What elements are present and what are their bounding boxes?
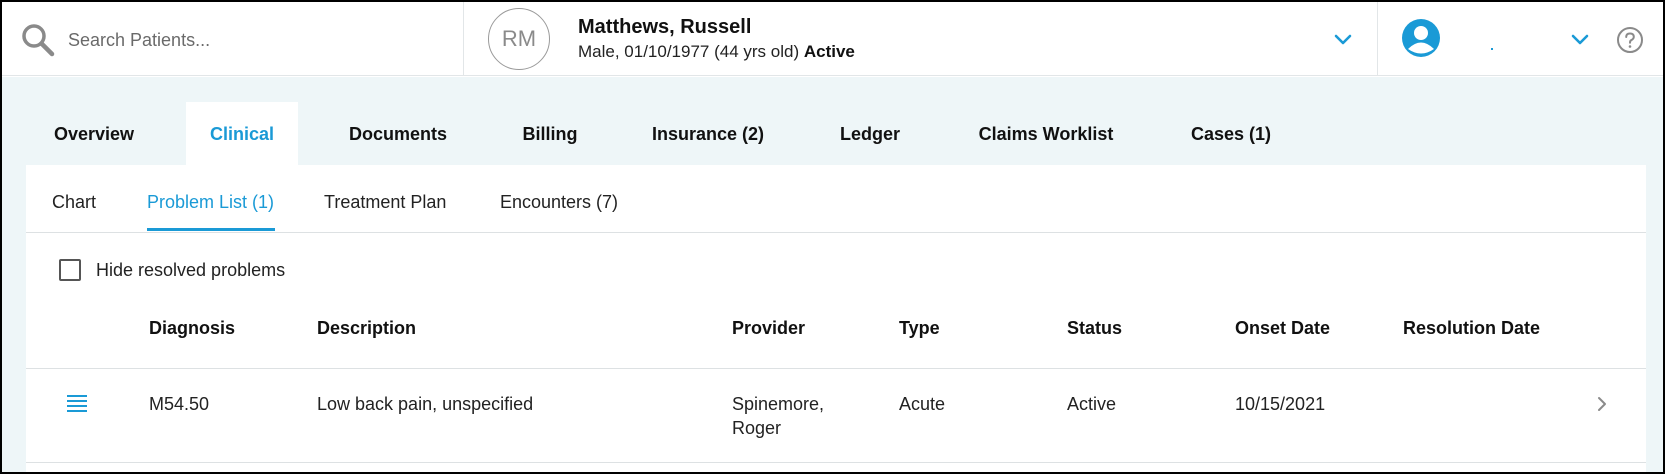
list-icon[interactable] bbox=[67, 394, 87, 412]
tab-insurance[interactable]: Insurance (2) bbox=[642, 102, 774, 166]
user-menu bbox=[1379, 2, 1663, 76]
column-header-provider: Provider bbox=[732, 318, 806, 338]
cell-provider: Spinemore, Roger bbox=[732, 392, 824, 440]
cell-description: Low back pain, unspecified bbox=[317, 394, 534, 414]
tab-cases[interactable]: Cases (1) bbox=[1176, 102, 1286, 166]
user-name-dot bbox=[1491, 48, 1493, 50]
column-header-onset-date: Onset Date bbox=[1235, 318, 1331, 338]
top-header: RM Matthews, Russell Male, 01/10/1977 (4… bbox=[2, 2, 1663, 76]
cell-type: Acute bbox=[899, 394, 946, 414]
tab-billing[interactable]: Billing bbox=[508, 102, 592, 166]
tab-clinical[interactable]: Clinical bbox=[186, 102, 298, 166]
cell-diagnosis: M54.50 bbox=[149, 394, 210, 414]
patient-banner: RM Matthews, Russell Male, 01/10/1977 (4… bbox=[464, 2, 1378, 76]
tab-documents[interactable]: Documents bbox=[332, 102, 464, 166]
chevron-down-icon[interactable] bbox=[1569, 28, 1591, 50]
cell-onset-date: 10/15/2021 bbox=[1235, 394, 1326, 414]
chevron-down-icon[interactable] bbox=[1332, 28, 1354, 50]
patient-avatar: RM bbox=[488, 8, 550, 70]
subtab-treatment-plan[interactable]: Treatment Plan bbox=[324, 192, 446, 213]
cell-status: Active bbox=[1067, 394, 1117, 414]
column-header-resolution-date: Resolution Date bbox=[1403, 318, 1541, 338]
column-header-type: Type bbox=[899, 318, 940, 338]
patient-name: Matthews, Russell bbox=[578, 16, 752, 38]
tab-overview[interactable]: Overview bbox=[32, 102, 156, 166]
patient-info-text: Male, 01/10/1977 (44 yrs old) bbox=[578, 42, 804, 61]
app-window: RM Matthews, Russell Male, 01/10/1977 (4… bbox=[0, 0, 1665, 474]
subtab-encounters[interactable]: Encounters (7) bbox=[500, 192, 618, 213]
patient-status: Active bbox=[803, 42, 855, 61]
column-header-diagnosis: Diagnosis bbox=[149, 318, 236, 338]
cell-provider-line1: Spinemore, bbox=[732, 394, 825, 414]
hide-resolved-checkbox[interactable] bbox=[59, 259, 81, 281]
hide-resolved-label: Hide resolved problems bbox=[96, 260, 286, 280]
subtab-divider bbox=[26, 232, 1646, 233]
subtab-chart[interactable]: Chart bbox=[52, 192, 96, 213]
tab-claims-worklist[interactable]: Claims Worklist bbox=[966, 102, 1126, 166]
help-icon[interactable] bbox=[1616, 26, 1644, 54]
tab-ledger[interactable]: Ledger bbox=[830, 102, 910, 166]
chevron-right-icon[interactable] bbox=[1594, 394, 1610, 414]
panel-gutter-left bbox=[2, 165, 26, 472]
panel-gutter-right bbox=[1646, 165, 1663, 472]
patient-search bbox=[2, 2, 464, 76]
column-header-description: Description bbox=[317, 318, 417, 338]
patient-demographics: Male, 01/10/1977 (44 yrs old) Active bbox=[578, 42, 855, 62]
column-header-status: Status bbox=[1067, 318, 1123, 338]
table-header-divider bbox=[26, 368, 1646, 369]
search-input[interactable] bbox=[68, 24, 438, 56]
cell-provider-line2: Roger bbox=[732, 418, 782, 438]
table-row-divider bbox=[26, 462, 1646, 463]
user-avatar-icon[interactable] bbox=[1401, 18, 1441, 58]
active-subtab-indicator bbox=[147, 228, 275, 231]
search-icon[interactable] bbox=[20, 22, 56, 58]
subtab-problem-list[interactable]: Problem List (1) bbox=[147, 192, 274, 213]
